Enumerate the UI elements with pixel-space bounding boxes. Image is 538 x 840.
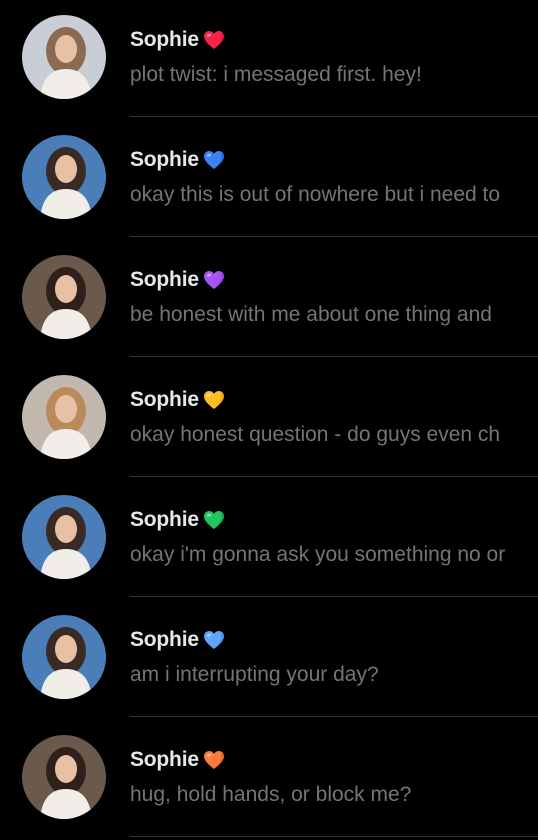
conversation-row-5[interactable]: Sophie okay i'm gonna ask you something … [0, 480, 538, 600]
name-line: Sophie [130, 27, 225, 53]
conversation-row-1[interactable]: Sophie plot twist: i messaged first. hey… [0, 0, 538, 120]
yellow-heart-icon [203, 390, 225, 410]
blue-heart-icon [203, 150, 225, 170]
divider [130, 356, 538, 357]
avatar[interactable] [22, 495, 106, 579]
avatar[interactable] [22, 135, 106, 219]
conversation-row-4[interactable]: Sophie okay honest question - do guys ev… [0, 360, 538, 480]
conversation-row-7[interactable]: Sophie hug, hold hands, or block me? [0, 720, 538, 840]
message-preview: be honest with me about one thing and [130, 303, 492, 326]
name-line: Sophie [130, 507, 225, 533]
avatar-photo-icon [22, 375, 106, 459]
name-line: Sophie [130, 747, 225, 773]
divider [130, 836, 538, 837]
green-heart-icon [203, 510, 225, 530]
message-preview: hug, hold hands, or block me? [130, 783, 412, 806]
avatar[interactable] [22, 255, 106, 339]
message-preview: am i interrupting your day? [130, 663, 379, 686]
light-blue-heart-icon [203, 630, 225, 650]
avatar-photo-icon [22, 615, 106, 699]
divider [130, 236, 538, 237]
orange-heart-icon [203, 750, 225, 770]
divider [130, 596, 538, 597]
name-line: Sophie [130, 627, 225, 653]
avatar-photo-icon [22, 735, 106, 819]
red-heart-icon [203, 30, 225, 50]
message-preview: okay i'm gonna ask you something no or [130, 543, 506, 566]
divider [130, 716, 538, 717]
contact-name: Sophie [130, 268, 199, 291]
message-preview: plot twist: i messaged first. hey! [130, 63, 422, 86]
avatar[interactable] [22, 735, 106, 819]
divider [130, 116, 538, 117]
contact-name: Sophie [130, 28, 199, 51]
message-preview: okay honest question - do guys even ch [130, 423, 501, 446]
conversation-row-2[interactable]: Sophie okay this is out of nowhere but i… [0, 120, 538, 240]
conversation-row-3[interactable]: Sophie be honest with me about one thing… [0, 240, 538, 360]
name-line: Sophie [130, 387, 225, 413]
contact-name: Sophie [130, 748, 199, 771]
contact-name: Sophie [130, 508, 199, 531]
avatar[interactable] [22, 615, 106, 699]
name-line: Sophie [130, 147, 225, 173]
avatar-photo-icon [22, 255, 106, 339]
contact-name: Sophie [130, 628, 199, 651]
conversation-row-6[interactable]: Sophie am i interrupting your day? [0, 600, 538, 720]
name-line: Sophie [130, 267, 225, 293]
contact-name: Sophie [130, 388, 199, 411]
avatar[interactable] [22, 375, 106, 459]
avatar-photo-icon [22, 135, 106, 219]
contact-name: Sophie [130, 148, 199, 171]
avatar-photo-icon [22, 495, 106, 579]
avatar-photo-icon [22, 15, 106, 99]
conversation-list: Sophie plot twist: i messaged first. hey… [0, 0, 538, 837]
message-preview: okay this is out of nowhere but i need t… [130, 183, 501, 206]
divider [130, 476, 538, 477]
avatar[interactable] [22, 15, 106, 99]
purple-heart-icon [203, 270, 225, 290]
